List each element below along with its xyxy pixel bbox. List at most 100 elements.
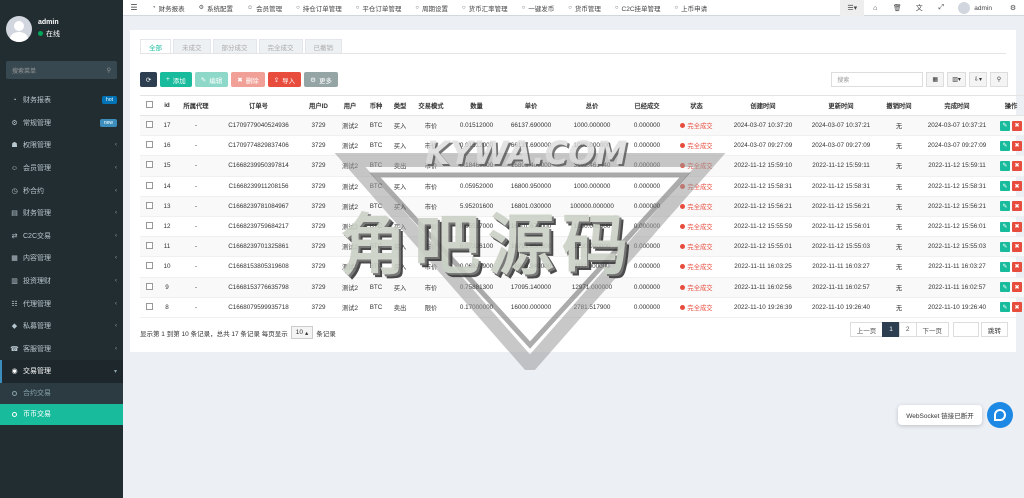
filter-tab[interactable]: 完全成交	[258, 39, 303, 54]
nav-tab[interactable]: ☺ 会员管理	[240, 0, 289, 16]
fullscreen-icon[interactable]: ⤢	[930, 0, 952, 16]
nav-tab[interactable]: ○ 货币管理	[561, 0, 608, 16]
delete-row-button[interactable]: ✖	[1012, 120, 1022, 131]
row-checkbox[interactable]	[140, 236, 158, 258]
sidebar-item[interactable]: ☗ 权限管理 ‹	[0, 134, 123, 157]
column-header[interactable]: 订单号	[216, 95, 301, 116]
filter-tab[interactable]: 未成交	[173, 39, 211, 54]
next-page-button[interactable]: 下一页	[915, 322, 949, 337]
home-icon[interactable]: ⌂	[864, 0, 886, 16]
refresh-button[interactable]: ⟳	[140, 72, 157, 87]
delete-row-button[interactable]: ✖	[1012, 201, 1022, 212]
row-checkbox[interactable]	[140, 115, 158, 137]
nav-tab[interactable]: ○ 一键发币	[515, 0, 562, 16]
delete-row-button[interactable]: ✖	[1012, 241, 1022, 252]
edit-button[interactable]: ✎ 编辑	[194, 72, 229, 87]
delete-row-button[interactable]: ✖	[1012, 282, 1022, 293]
prev-page-button[interactable]: 上一页	[849, 322, 884, 337]
nav-tab[interactable]: ⚙ 系统配置	[192, 0, 240, 16]
nav-tab[interactable]: ○ 货币汇率管理	[455, 0, 515, 16]
page-size-select[interactable]: 10 ▴	[290, 326, 314, 339]
edit-row-button[interactable]: ✎	[1000, 160, 1010, 171]
column-header[interactable]: 所属代理	[176, 95, 216, 116]
row-checkbox[interactable]	[140, 135, 158, 157]
sidebar-item[interactable]: ☎ 客服管理 ‹	[0, 338, 123, 361]
nav-tab[interactable]: ○ C2C挂单管理	[608, 0, 668, 16]
add-button[interactable]: + 添加	[160, 72, 192, 87]
sidebar-item[interactable]: ◉ 交易管理 ▾	[0, 360, 123, 383]
edit-row-button[interactable]: ✎	[1000, 181, 1010, 192]
delete-button[interactable]: ✖ 删除	[231, 72, 265, 87]
column-header[interactable]: 创建时间	[724, 95, 802, 116]
nav-tab[interactable]: ○ 上币申请	[668, 0, 715, 16]
delete-row-button[interactable]: ✖	[1012, 302, 1022, 313]
column-header[interactable]: 单价	[503, 95, 559, 116]
columns-toggle-button[interactable]: ▥▾	[947, 72, 966, 87]
sidebar-item[interactable]: ◷ 秒合约 ‹	[0, 179, 123, 202]
row-checkbox[interactable]	[140, 277, 158, 298]
column-header[interactable]: 用户ID	[301, 95, 336, 116]
row-checkbox[interactable]	[140, 297, 158, 318]
sidebar-item[interactable]: ☺ 会员管理 ‹	[0, 157, 123, 180]
delete-row-button[interactable]: ✖	[1012, 221, 1022, 232]
trash-icon[interactable]: 🗑	[886, 0, 908, 16]
edit-row-button[interactable]: ✎	[1000, 120, 1010, 131]
edit-row-button[interactable]: ✎	[1000, 241, 1010, 252]
edit-row-button[interactable]: ✎	[1000, 302, 1010, 313]
edit-row-button[interactable]: ✎	[1000, 221, 1010, 232]
sidebar-item[interactable]: ⇄ C2C交易 ‹	[0, 225, 123, 248]
edit-row-button[interactable]: ✎	[1000, 282, 1010, 293]
table-view-button[interactable]: ▦	[926, 72, 945, 87]
more-button[interactable]: ⚙ 更多	[304, 72, 338, 87]
sidebar-item[interactable]: ⚙ 常规管理 new	[0, 112, 123, 135]
advanced-search-button[interactable]: ⚲	[990, 72, 1008, 87]
column-header[interactable]: 类型	[388, 95, 412, 116]
column-header[interactable]: 完成时间	[918, 95, 996, 116]
jump-button[interactable]: 跳转	[981, 322, 1008, 337]
column-header[interactable]: 用户	[336, 95, 364, 116]
column-header[interactable]: 总价	[559, 95, 625, 116]
page-1-button[interactable]: 1	[882, 322, 900, 337]
column-header[interactable]: 操作	[996, 95, 1024, 116]
sidebar-item[interactable]: ▦ 内容管理 ‹	[0, 247, 123, 270]
column-header[interactable]: 数量	[450, 95, 503, 116]
nav-tab[interactable]: ◔ 财务报表	[145, 0, 192, 16]
delete-row-button[interactable]: ✖	[1012, 140, 1022, 151]
page-2-button[interactable]: 2	[898, 322, 917, 337]
column-header[interactable]: 状态	[669, 95, 724, 116]
filter-tab[interactable]: 已撤销	[304, 39, 342, 54]
settings-icon[interactable]: ⚙	[1002, 0, 1024, 16]
delete-row-button[interactable]: ✖	[1012, 160, 1022, 171]
filter-tab[interactable]: 全部	[140, 39, 171, 54]
row-checkbox[interactable]	[140, 256, 158, 278]
sidebar-item[interactable]: ▥ 投资理财 ‹	[0, 270, 123, 293]
column-header[interactable]: 更新时间	[802, 95, 880, 116]
column-header[interactable]: id	[158, 95, 176, 116]
import-button[interactable]: ⇪ 导入	[267, 72, 302, 87]
table-search-input[interactable]: 搜索	[831, 72, 924, 87]
edit-row-button[interactable]: ✎	[1000, 201, 1010, 212]
sidebar-item[interactable]: ◔ 财务报表 hot	[0, 89, 123, 112]
language-icon[interactable]: 文	[908, 0, 930, 16]
menu-toggle-icon[interactable]: ☰	[123, 3, 145, 12]
sidebar-subitem[interactable]: 币币交易	[0, 403, 123, 425]
sidebar-item[interactable]: ☷ 代理管理 ‹	[0, 292, 123, 315]
nav-user-menu[interactable]: admin	[952, 2, 1002, 14]
delete-row-button[interactable]: ✖	[1012, 181, 1022, 192]
row-checkbox[interactable]	[140, 216, 158, 238]
column-header[interactable]: 交易模式	[412, 95, 450, 116]
chat-bubble-button[interactable]	[987, 402, 1013, 428]
row-checkbox[interactable]	[140, 176, 158, 197]
nav-tab[interactable]: ○ 周期设置	[408, 0, 455, 16]
sidebar-item[interactable]: ◆ 私募管理 ‹	[0, 315, 123, 338]
column-header[interactable]: 已经成交	[625, 95, 669, 116]
column-header[interactable]: 撤销时间	[880, 95, 918, 116]
edit-row-button[interactable]: ✎	[1000, 261, 1010, 272]
export-button[interactable]: ⇩▾	[968, 72, 987, 87]
select-all-checkbox[interactable]	[140, 95, 158, 116]
jump-page-input[interactable]	[953, 322, 979, 337]
row-checkbox[interactable]	[140, 155, 158, 177]
sidebar-search-input[interactable]: 搜索菜单 ⚲	[6, 61, 117, 79]
row-checkbox[interactable]	[140, 196, 158, 217]
tab-list-dropdown-icon[interactable]: ☰▾	[840, 0, 865, 16]
